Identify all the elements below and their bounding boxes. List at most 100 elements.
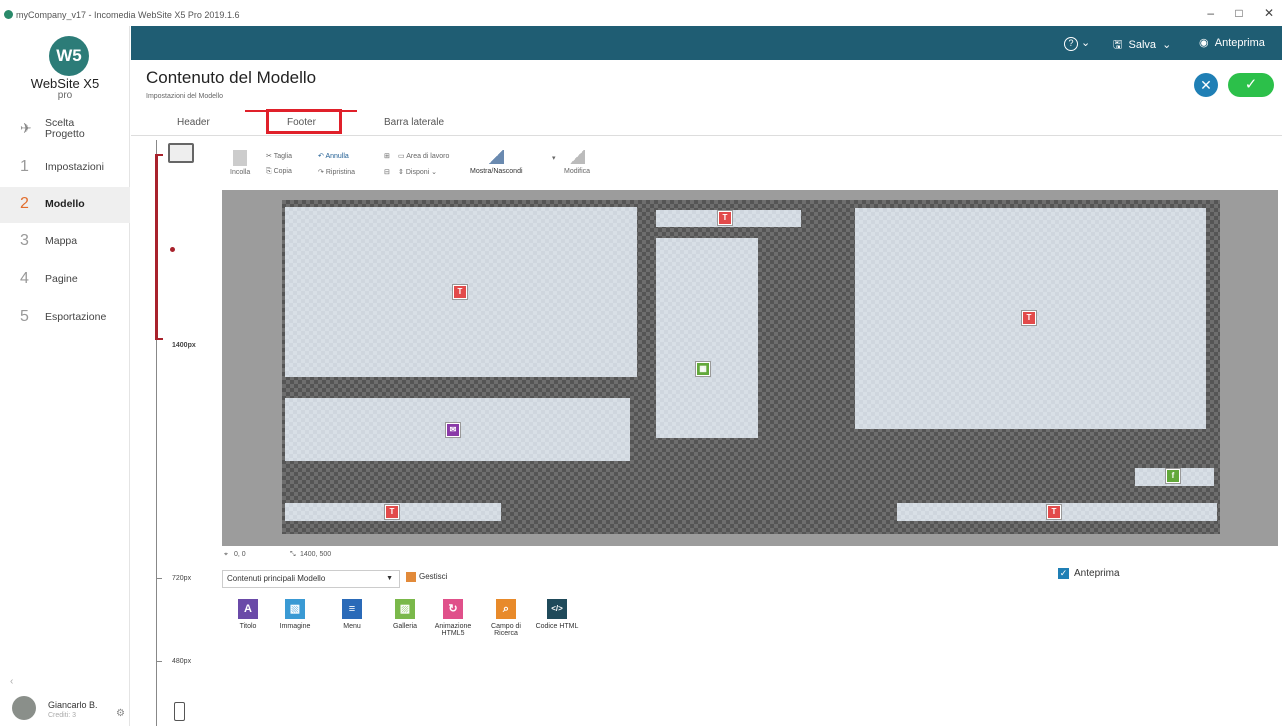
text-object-icon[interactable]: T — [1047, 505, 1061, 519]
tab-barra-laterale[interactable]: Barra laterale — [384, 117, 444, 128]
collapse-sidebar-icon[interactable]: ‹ — [10, 676, 13, 687]
paste-button[interactable]: Incolla — [230, 150, 250, 176]
user-profile[interactable]: Giancarlo B. Crediti: 3 ⚙ — [8, 694, 128, 722]
editor-toolbar: Incolla ✂ Taglia ⎘ Copia ↶ Annulla ↷ Rip… — [222, 140, 1282, 190]
content-select[interactable]: Contenuti principali Modello ▼ — [222, 570, 400, 588]
content-cell[interactable]: ▦ — [656, 238, 758, 438]
redo-button[interactable]: ↷ Ripristina — [318, 168, 355, 176]
preview-label: Anteprima — [1214, 37, 1265, 49]
save-button[interactable]: 🖫 Salva ⌄ — [1113, 36, 1171, 55]
sidebar-item-label: Esportazione — [45, 311, 107, 323]
preview-checkbox[interactable]: ✓ Anteprima — [1058, 568, 1120, 579]
dropdown-arrow-icon[interactable]: ▾ — [552, 154, 556, 162]
object-animazione[interactable]: ↻ Animazione HTML5 — [428, 599, 478, 637]
smartphone-icon[interactable] — [174, 702, 185, 721]
eye-icon: ◉ — [1199, 37, 1209, 49]
cut-icon: ✂ — [266, 153, 272, 160]
manage-button[interactable]: Gestisci — [406, 572, 447, 582]
sidebar-item-modello[interactable]: 2 Modello — [0, 187, 130, 223]
page-title: Contenuto del Modello — [146, 68, 317, 87]
footer-stage[interactable]: T ✉ T T ▦ T f T — [282, 200, 1220, 534]
close-window-button[interactable]: ✕ — [1264, 6, 1274, 20]
preview-button[interactable]: ◉ Anteprima — [1199, 36, 1265, 49]
content-cell[interactable]: T — [897, 503, 1217, 521]
tab-footer[interactable]: Footer — [287, 117, 316, 128]
image-object-icon: ▧ — [285, 599, 305, 619]
help-icon: ? — [1064, 37, 1078, 51]
gear-icon[interactable]: ⚙ — [116, 708, 125, 719]
content-cell[interactable]: T — [855, 208, 1206, 429]
manage-label: Gestisci — [419, 572, 448, 582]
arrange-button[interactable]: ⇕ Disponi ⌄ — [398, 168, 437, 176]
tick — [156, 661, 162, 662]
text-object-icon[interactable]: T — [718, 211, 732, 225]
content-cell[interactable]: T — [285, 503, 501, 521]
range-top — [155, 154, 163, 156]
breakpoint-label: 1400px — [172, 342, 196, 349]
text-object-icon[interactable]: T — [385, 505, 399, 519]
cancel-button[interactable]: ✕ — [1194, 73, 1218, 97]
desktop-icon[interactable] — [168, 143, 194, 163]
sidebar-item-pagine[interactable]: 4 Pagine — [0, 262, 130, 298]
page-header: Contenuto del Modello Impostazioni del M… — [131, 60, 1282, 110]
paste-label: Incolla — [230, 169, 251, 176]
object-codice-html[interactable]: </> Codice HTML — [532, 599, 582, 630]
content-cell[interactable]: T — [285, 207, 637, 377]
sidebar-item-esportazione[interactable]: 5 Esportazione — [0, 300, 130, 336]
gallery-object-icon[interactable]: ▦ — [696, 362, 710, 376]
sidebar-item-label: Scelta Progetto — [45, 117, 85, 140]
title-object-icon: A — [238, 599, 258, 619]
confirm-button[interactable]: ✓ — [1228, 73, 1274, 97]
content-cell[interactable]: ✉ — [285, 398, 630, 461]
object-label: Codice HTML — [535, 623, 579, 630]
size-icon: ⤡ — [290, 551, 296, 558]
object-immagine[interactable]: ▧ Immagine — [270, 599, 320, 630]
content-cell[interactable]: f — [1135, 468, 1214, 486]
object-titolo[interactable]: A Titolo — [223, 599, 273, 630]
sidebar-item-mappa[interactable]: 3 Mappa — [0, 224, 130, 260]
showhide-button[interactable]: Mostra/Nascondi — [470, 150, 523, 175]
object-campo-ricerca[interactable]: ⌕ Campo di Ricerca — [481, 599, 531, 637]
layout-canvas[interactable]: T ✉ T T ▦ T f T — [222, 190, 1278, 546]
workarea-button[interactable]: ▭ Area di lavoro — [398, 152, 449, 160]
social-object-icon[interactable]: f — [1166, 469, 1180, 483]
object-label: Galleria — [392, 623, 418, 630]
sidebar-item-impostazioni[interactable]: 1 Impostazioni — [0, 150, 130, 186]
content-cell[interactable]: T — [656, 210, 801, 227]
minimize-button[interactable]: – — [1207, 6, 1214, 20]
maximize-button[interactable]: □ — [1235, 6, 1242, 20]
copy-button[interactable]: ⎘ Copia — [266, 168, 292, 176]
object-menu[interactable]: ≡ Menu — [327, 599, 377, 630]
range-bottom — [155, 338, 163, 340]
object-label: Titolo — [239, 623, 257, 630]
object-galleria[interactable]: ▨ Galleria — [380, 599, 430, 630]
edit-label: Modifica — [564, 168, 591, 175]
email-object-icon[interactable]: ✉ — [446, 423, 460, 437]
copy-icon: ⎘ — [266, 168, 272, 175]
menu-object-icon: ≡ — [342, 599, 362, 619]
objects-panel: Contenuti principali Modello ▼ Gestisci … — [222, 565, 1282, 725]
size-readout: 1400, 500 — [300, 551, 332, 558]
distribute-icon[interactable]: ⊟ — [384, 168, 390, 176]
text-object-icon[interactable]: T — [1022, 311, 1036, 325]
undo-button[interactable]: ↶ Annulla — [318, 152, 349, 160]
edit-icon — [569, 150, 586, 164]
tick — [156, 578, 162, 579]
cut-button[interactable]: ✂ Taglia — [266, 152, 292, 160]
sidebar-item-scelta-progetto[interactable]: ✈ Scelta Progetto — [0, 114, 130, 150]
arrange-label: Disponi — [405, 169, 430, 176]
window-title: myCompany_v17 - Incomedia WebSite X5 Pro… — [16, 10, 240, 20]
breakpoint-handle[interactable] — [170, 247, 175, 252]
object-label: Campo di Ricerca — [491, 623, 521, 637]
avatar — [12, 696, 36, 720]
paste-icon — [233, 150, 248, 166]
help-button[interactable]: ? ⌄ — [1064, 36, 1090, 51]
object-label: Animazione HTML5 — [434, 623, 472, 637]
text-object-icon[interactable]: T — [453, 285, 467, 299]
tab-header[interactable]: Header — [177, 117, 210, 128]
edit-button[interactable]: Modifica — [564, 150, 590, 175]
align-icon[interactable]: ⊞ — [384, 152, 390, 160]
save-icon: 🖫 — [1113, 39, 1123, 51]
sidebar-item-label: Modello — [45, 198, 85, 210]
step-number: 2 — [20, 195, 29, 212]
